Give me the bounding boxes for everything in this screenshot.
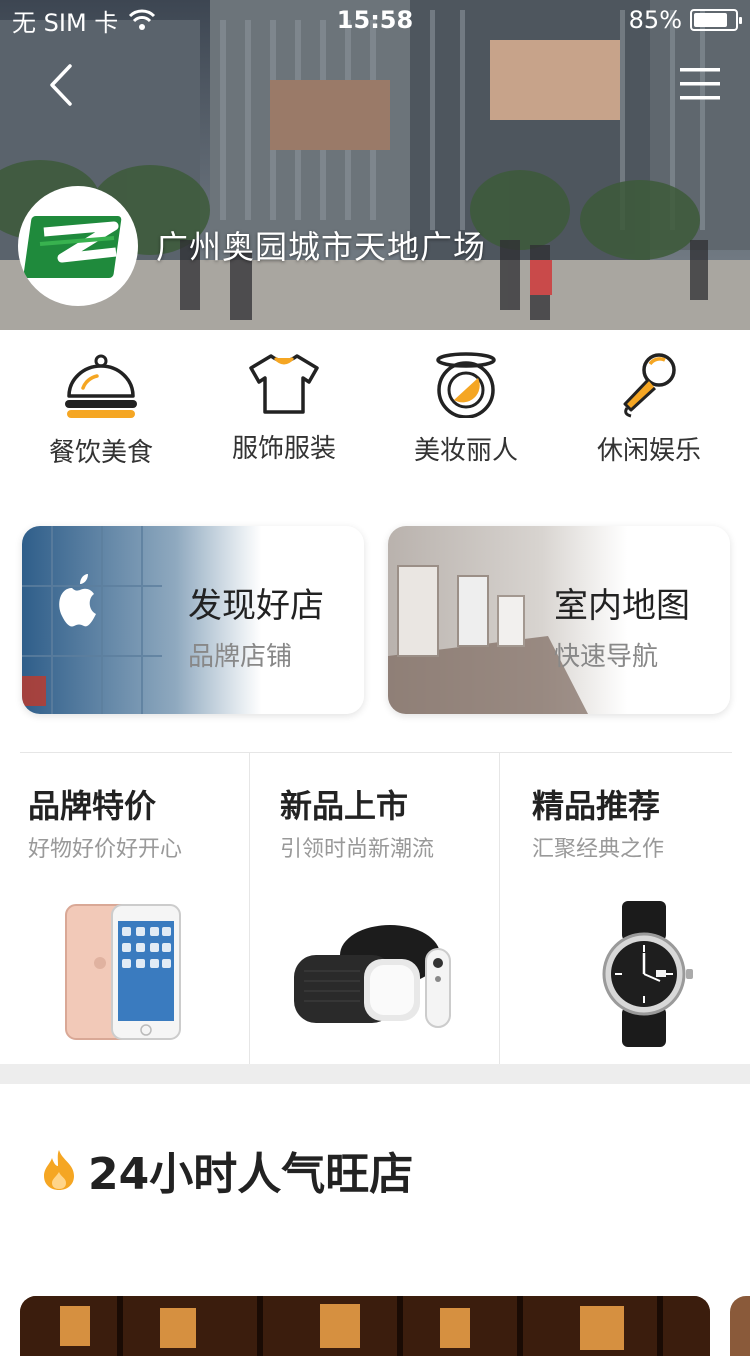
shop-photo [20, 1296, 710, 1356]
promo-title: 新品上市 [280, 787, 409, 825]
promo-subtitle: 好物好价好开心 [28, 837, 183, 862]
promo-new-arrivals[interactable]: 新品上市 引领时尚新潮流 [249, 753, 499, 1065]
vr-headset-image [294, 925, 451, 1028]
mall-logo [18, 186, 138, 306]
card-subtitle: 品牌店铺 [188, 642, 293, 672]
mall-name: 广州奥园城市天地广场 [156, 228, 487, 266]
hot-shops-header: 24小时人气旺店 [40, 1138, 413, 1202]
carrier-text: 无 SIM 卡 [12, 8, 119, 37]
promo-title: 品牌特价 [28, 787, 157, 825]
category-dining[interactable]: 餐饮美食 [16, 352, 186, 469]
microphone-icon [623, 353, 676, 418]
promo-title: 精品推荐 [532, 787, 661, 825]
category-label: 服饰服装 [231, 434, 336, 464]
phone-image [65, 904, 181, 1040]
logo-icon [23, 216, 122, 278]
card-title: 发现好店 [188, 586, 324, 626]
dining-cloche-icon [65, 354, 137, 418]
category-row: 餐饮美食 服饰服装 美妆丽人 休闲娱乐 [0, 330, 750, 490]
promo-subtitle: 汇聚经典之作 [532, 837, 665, 862]
promo-grid: 品牌特价 好物好价好开心 新品上市 引领时尚新潮流 精品推荐 汇聚经典之作 [20, 752, 732, 1065]
hot-shop-card-next[interactable] [730, 1296, 750, 1356]
battery-level [694, 13, 728, 27]
section-divider [0, 1064, 750, 1084]
category-label: 休闲娱乐 [596, 436, 701, 466]
compact-mirror-icon [436, 352, 496, 418]
category-label: 餐饮美食 [48, 438, 153, 468]
back-icon[interactable] [38, 60, 88, 110]
section-title: 24小时人气旺店 [88, 1149, 414, 1200]
category-entertainment[interactable]: 休闲娱乐 [564, 352, 734, 467]
flame-icon [44, 1150, 74, 1190]
category-beauty[interactable]: 美妆丽人 [381, 352, 551, 467]
category-label: 美妆丽人 [413, 436, 518, 466]
discover-shops-card[interactable]: 发现好店 品牌店铺 [22, 526, 364, 714]
card-title: 室内地图 [554, 586, 690, 626]
tshirt-icon [249, 354, 319, 414]
category-apparel[interactable]: 服饰服装 [199, 352, 369, 465]
watch-image [602, 901, 693, 1047]
battery-icon [690, 9, 742, 31]
promo-subtitle: 引领时尚新潮流 [280, 837, 435, 862]
hot-shop-card[interactable] [20, 1296, 710, 1356]
card-subtitle: 快速导航 [554, 642, 659, 672]
hero-banner: 无 SIM 卡 15:58 85% 广州奥园城市天地广场 [0, 0, 750, 330]
indoor-map-card[interactable]: 室内地图 快速导航 [388, 526, 730, 714]
promo-selected[interactable]: 精品推荐 汇聚经典之作 [499, 753, 732, 1065]
status-bar: 无 SIM 卡 15:58 85% [0, 0, 750, 40]
promo-brand-sale[interactable]: 品牌特价 好物好价好开心 [20, 753, 249, 1065]
menu-icon[interactable] [672, 62, 728, 106]
wifi-icon [129, 9, 156, 30]
battery-percent: 85% [628, 6, 682, 34]
